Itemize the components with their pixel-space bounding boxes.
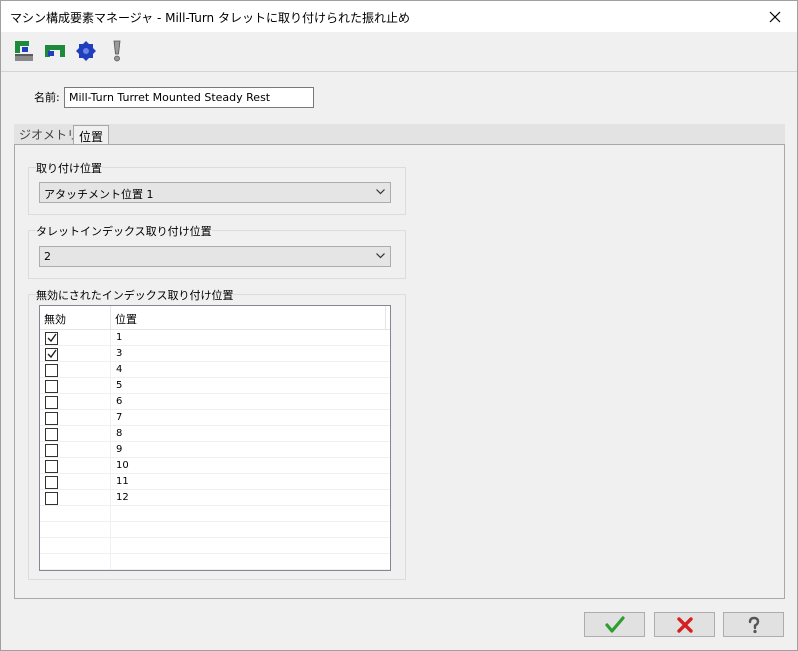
list-row[interactable]: 7 (40, 410, 390, 426)
turret-index-label: タレットインデックス取り付け位置 (36, 223, 212, 239)
position-cell: 5 (116, 380, 123, 391)
chevron-down-icon (376, 253, 385, 259)
disabled-checkbox[interactable] (45, 364, 58, 377)
mount-position-label: 取り付け位置 (36, 160, 102, 176)
check-mark-icon (47, 333, 57, 343)
empty-row (40, 522, 390, 538)
ok-check-icon (604, 615, 625, 633)
position-cell: 9 (116, 444, 123, 455)
list-row[interactable]: 12 (40, 490, 390, 506)
position-cell: 6 (116, 396, 123, 407)
turret-index-value: 2 (44, 250, 51, 263)
position-cell: 11 (116, 476, 129, 487)
list-header: 無効 位置 (40, 306, 390, 330)
empty-row (40, 538, 390, 554)
disabled-checkbox[interactable] (45, 460, 58, 473)
column-header-position[interactable]: 位置 (111, 306, 386, 330)
mount-position-value: アタッチメント位置 1 (44, 188, 154, 201)
position-cell: 1 (116, 332, 123, 343)
list-row[interactable]: 4 (40, 362, 390, 378)
close-button[interactable] (753, 1, 797, 32)
mount-button[interactable] (43, 39, 67, 63)
name-label: 名前: (34, 91, 60, 104)
check-mark-icon (47, 349, 57, 359)
mount-icon (45, 45, 65, 57)
disabled-checkbox[interactable] (45, 380, 58, 393)
empty-row (40, 554, 390, 570)
position-cell: 7 (116, 412, 123, 423)
position-tab-panel: 取り付け位置 アタッチメント位置 1 タレットインデックス取り付け位置 2 無効… (14, 144, 785, 599)
name-input[interactable] (64, 87, 314, 108)
mount-position-group: 取り付け位置 アタッチメント位置 1 (28, 160, 406, 215)
cancel-button[interactable] (654, 612, 715, 637)
position-cell: 12 (116, 492, 129, 503)
position-cell: 8 (116, 428, 123, 439)
disabled-checkbox[interactable] (45, 348, 58, 361)
warning-icon (113, 40, 121, 62)
turret-geometry-icon (15, 41, 33, 61)
empty-row (40, 506, 390, 522)
title-bar: マシン構成要素マネージャ - Mill-Turn タレットに取り付けられた振れ止… (1, 1, 797, 32)
turret-geometry-button[interactable] (13, 39, 37, 63)
list-row[interactable]: 6 (40, 394, 390, 410)
disabled-checkbox[interactable] (45, 492, 58, 505)
close-icon (769, 11, 781, 22)
disabled-indexes-label: 無効にされたインデックス取り付け位置 (36, 287, 234, 303)
gear-button[interactable] (74, 39, 98, 63)
disabled-indexes-list[interactable]: 無効 位置 1 3 4 5 6 7 8 9 10 11 12 (39, 305, 391, 571)
disabled-checkbox[interactable] (45, 476, 58, 489)
position-cell: 10 (116, 460, 129, 471)
dialog-window: マシン構成要素マネージャ - Mill-Turn タレットに取り付けられた振れ止… (0, 0, 798, 651)
position-cell: 3 (116, 348, 123, 359)
gear-icon (76, 41, 96, 61)
help-button[interactable] (723, 612, 784, 637)
disabled-indexes-group: 無効にされたインデックス取り付け位置 無効 位置 1 3 4 5 6 7 8 9… (28, 287, 406, 580)
window-title: マシン構成要素マネージャ - Mill-Turn タレットに取り付けられた振れ止… (10, 11, 410, 25)
list-row[interactable]: 9 (40, 442, 390, 458)
list-row[interactable]: 11 (40, 474, 390, 490)
column-header-disabled[interactable]: 無効 (40, 306, 111, 330)
ok-button[interactable] (584, 612, 645, 637)
disabled-checkbox[interactable] (45, 428, 58, 441)
tab-position[interactable]: 位置 (73, 125, 110, 146)
list-row[interactable]: 5 (40, 378, 390, 394)
disabled-checkbox[interactable] (45, 412, 58, 425)
disabled-checkbox[interactable] (45, 444, 58, 457)
tab-strip: ジオメトリ 位置 (14, 124, 785, 146)
list-row[interactable]: 1 (40, 330, 390, 346)
mount-position-dropdown[interactable]: アタッチメント位置 1 (39, 182, 391, 203)
warning-button[interactable] (105, 39, 129, 63)
cancel-x-icon (676, 616, 693, 633)
list-row[interactable]: 10 (40, 458, 390, 474)
list-row[interactable]: 8 (40, 426, 390, 442)
turret-index-dropdown[interactable]: 2 (39, 246, 391, 267)
disabled-checkbox[interactable] (45, 332, 58, 345)
position-cell: 4 (116, 364, 123, 375)
list-row[interactable]: 3 (40, 346, 390, 362)
help-question-icon (748, 616, 759, 633)
chevron-down-icon (376, 189, 385, 195)
toolbar (1, 32, 797, 72)
turret-index-group: タレットインデックス取り付け位置 2 (28, 223, 406, 279)
disabled-checkbox[interactable] (45, 396, 58, 409)
